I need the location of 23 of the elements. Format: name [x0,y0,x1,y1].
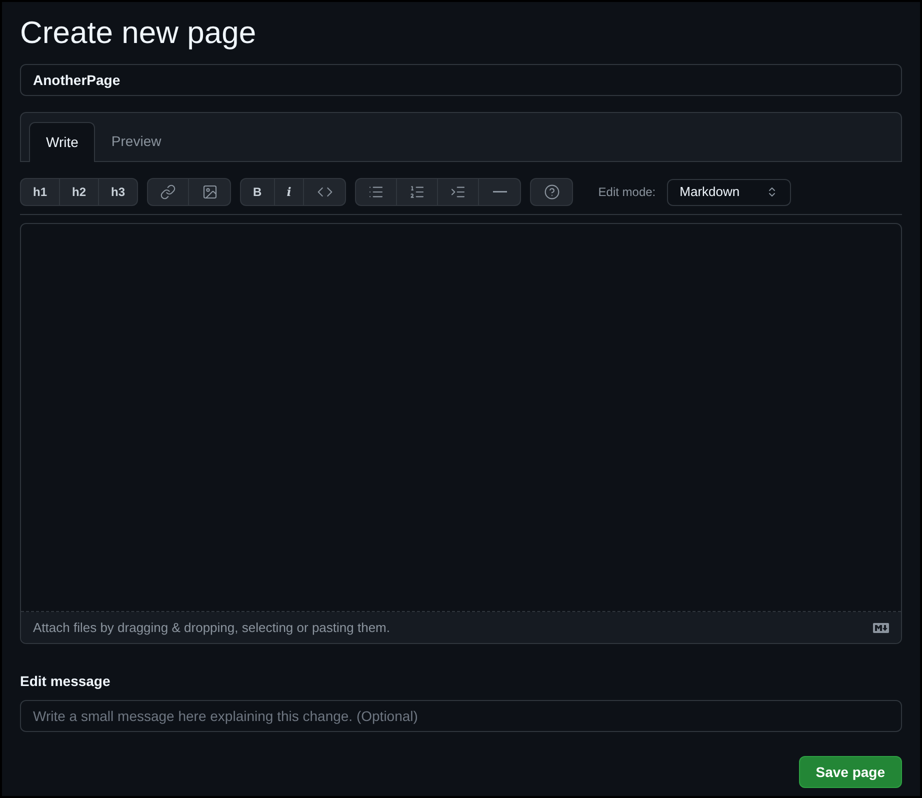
page-name-field[interactable]: AnotherPage [20,64,902,96]
editor-tab[interactable]: Preview [95,121,178,161]
attach-bar[interactable]: Attach files by dragging & dropping, selecting or pasting them. [21,612,901,643]
heading-button[interactable]: h1 [21,179,60,205]
edit-mode-label: Edit mode: [598,184,656,201]
horizontal-rule-icon [492,191,507,193]
bold-button[interactable]: B [241,179,275,205]
markdown-icon [873,622,889,632]
indent-icon [450,184,466,200]
edit-message-field[interactable]: Write a small message here explaining this change. (Optional) [20,700,902,732]
edit-message-label: Edit message [20,672,112,691]
heading-button[interactable]: h2 [60,179,100,205]
save-button[interactable]: Save page [798,756,902,788]
page-title: Create new page [20,14,258,52]
heading-button[interactable]: h3 [99,179,138,205]
image-icon [202,184,218,200]
help-icon [544,184,560,200]
editor-tab[interactable]: Write [29,122,96,162]
edit-mode-select[interactable]: Markdown [666,178,791,206]
italic-button[interactable]: i [274,179,304,205]
numbered-list-icon [409,184,426,200]
link-icon [160,184,176,200]
attach-hint: Attach files by dragging & dropping, selecting or pasting them. [33,618,390,637]
